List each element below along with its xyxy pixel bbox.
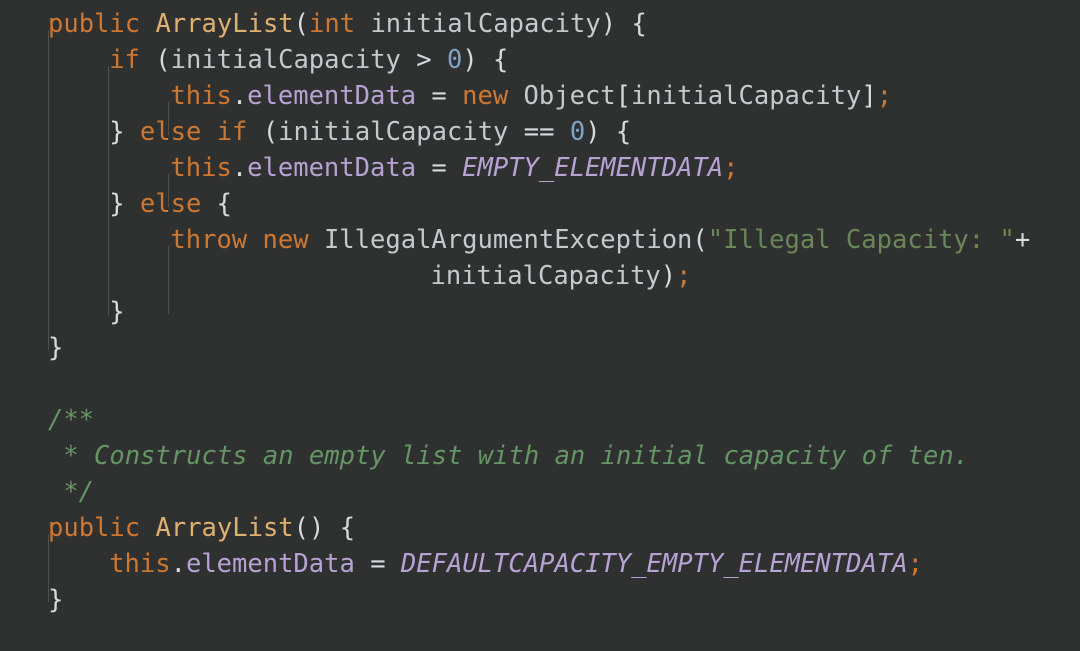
code-token-punc: + — [1014, 225, 1031, 255]
code-token-punc: () — [293, 513, 325, 543]
code-token-semi: ; — [723, 153, 739, 183]
code-token-punc: = — [354, 549, 401, 579]
code-content[interactable]: public ArrayList(int initialCapacity) {i… — [0, 0, 1080, 651]
code-line: this.elementData = DEFAULTCAPACITY_EMPTY… — [0, 546, 1080, 582]
code-token-kw: int — [309, 9, 356, 39]
code-token-kw: public — [48, 9, 141, 39]
code-token-num: 0 — [446, 45, 463, 75]
code-token-punc — [309, 225, 324, 255]
code-token-punc: } — [109, 189, 140, 219]
code-token-cmt: */ — [63, 477, 95, 507]
code-token-punc — [140, 513, 155, 543]
code-token-punc: } — [48, 333, 64, 363]
code-line: if (initialCapacity > 0) { — [0, 42, 1080, 78]
code-token-field: elementData — [247, 81, 417, 111]
code-token-punc: { — [201, 189, 233, 219]
code-line: initialCapacity); — [0, 258, 1080, 294]
code-token-kw: new — [262, 225, 309, 255]
code-token-punc: > — [400, 45, 447, 75]
code-token-this: this — [170, 153, 232, 183]
code-token-num: 0 — [569, 117, 586, 147]
code-token-punc: ) — [660, 261, 677, 291]
code-token-kw: throw — [170, 225, 248, 255]
code-token-punc: { — [616, 9, 647, 39]
code-line: public ArrayList(int initialCapacity) { — [0, 6, 1080, 42]
code-line: /** — [0, 402, 1080, 438]
code-token-punc: ) { — [585, 117, 632, 147]
code-token-ident: initialCapacity — [170, 45, 401, 75]
code-token-punc: ( — [692, 225, 708, 255]
code-line: } — [0, 330, 1080, 366]
code-token-cmt: /** — [48, 405, 95, 435]
code-token-ident: initialCapacity — [278, 117, 509, 147]
code-token-ident: Object — [523, 81, 616, 111]
code-token-punc: . — [231, 81, 248, 111]
code-token-punc: == — [508, 117, 570, 147]
code-token-field: elementData — [185, 549, 355, 579]
code-token-cmt: * Constructs an empty list with an initi… — [63, 441, 970, 471]
code-token-punc — [201, 117, 216, 147]
code-token-ident: initialCapacity — [370, 9, 601, 39]
code-token-str: "Illegal Capacity: " — [707, 225, 1015, 255]
code-token-punc: ( — [139, 45, 171, 75]
code-token-type: ArrayList — [155, 513, 294, 543]
code-editor-pane[interactable]: public ArrayList(int initialCapacity) {i… — [0, 0, 1080, 651]
code-line: } — [0, 294, 1080, 330]
code-line: public ArrayList() { — [0, 510, 1080, 546]
code-token-punc: } — [109, 297, 125, 327]
code-token-punc: ( — [247, 117, 279, 147]
code-token-const: DEFAULTCAPACITY_EMPTY_ELEMENTDATA — [400, 549, 908, 579]
code-token-kw: else — [139, 117, 202, 147]
code-token-kw: new — [462, 81, 509, 111]
code-line: } — [0, 582, 1080, 618]
code-token-this: this — [109, 549, 171, 579]
code-token-kw: if — [109, 45, 140, 75]
code-token-punc: ) { — [462, 45, 509, 75]
code-token-semi: ; — [676, 261, 692, 291]
code-token-ident: initialCapacity — [430, 261, 661, 291]
code-token-punc — [140, 9, 155, 39]
code-token-punc: } — [48, 585, 64, 615]
code-token-punc: ] — [861, 81, 877, 111]
code-token-punc: [ — [615, 81, 632, 111]
code-token-field: elementData — [247, 153, 417, 183]
code-token-punc: = — [416, 81, 463, 111]
code-token-punc: } — [109, 117, 140, 147]
code-token-punc: ) — [600, 9, 617, 39]
code-token-punc — [247, 225, 262, 255]
code-token-punc: { — [324, 513, 356, 543]
code-line: */ — [0, 474, 1080, 510]
code-token-const: EMPTY_ELEMENTDATA — [462, 153, 724, 183]
code-token-ident: initialCapacity — [631, 81, 862, 111]
code-line: throw new IllegalArgumentException("Ille… — [0, 222, 1080, 258]
code-line: this.elementData = EMPTY_ELEMENTDATA; — [0, 150, 1080, 186]
code-token-semi: ; — [907, 549, 923, 579]
code-token-punc — [508, 81, 523, 111]
code-line: } else if (initialCapacity == 0) { — [0, 114, 1080, 150]
code-line: this.elementData = new Object[initialCap… — [0, 78, 1080, 114]
code-token-this: this — [170, 81, 232, 111]
code-token-punc: = — [416, 153, 463, 183]
code-token-kw: else — [139, 189, 202, 219]
code-token-type: ArrayList — [155, 9, 294, 39]
code-token-ident: IllegalArgumentException — [323, 225, 693, 255]
code-token-punc: . — [170, 549, 186, 579]
code-line: } else { — [0, 186, 1080, 222]
code-token-kw: public — [48, 513, 141, 543]
code-token-punc — [355, 9, 370, 39]
code-token-punc: . — [231, 153, 248, 183]
code-token-punc: ( — [293, 9, 310, 39]
code-token-kw: if — [216, 117, 248, 147]
code-token-semi: ; — [876, 81, 893, 111]
code-line: * Constructs an empty list with an initi… — [0, 438, 1080, 474]
